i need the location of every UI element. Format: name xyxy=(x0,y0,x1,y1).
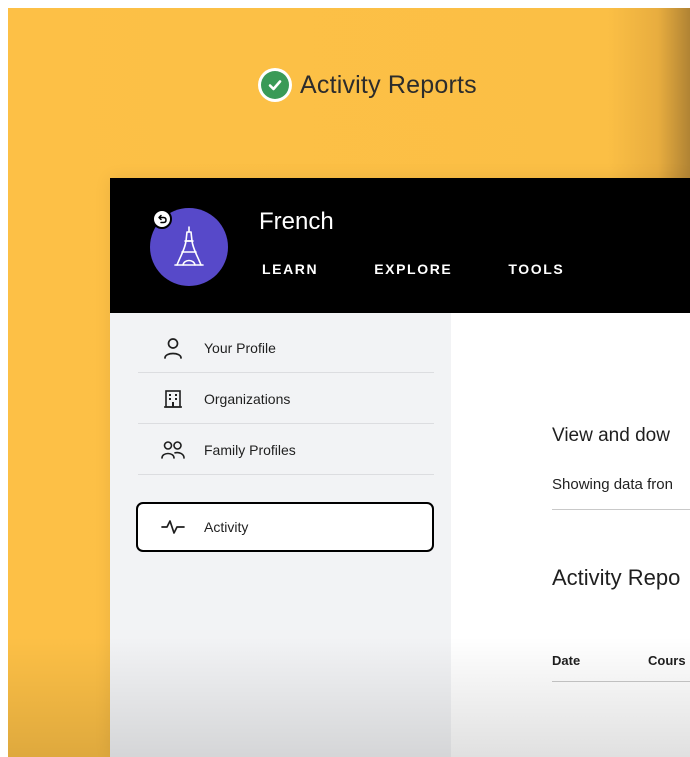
activity-pulse-icon xyxy=(158,514,188,540)
nav-learn[interactable]: LEARN xyxy=(262,261,318,277)
screenshot-frame: Activity Reports French LEARN EXPLORE TO… xyxy=(8,8,690,757)
sidebar-item-organizations[interactable]: Organizations xyxy=(138,374,434,424)
table-header-course[interactable]: Cours xyxy=(648,653,686,668)
family-icon xyxy=(158,437,188,463)
check-circle-icon xyxy=(258,68,292,102)
main-nav: LEARN EXPLORE TOOLS xyxy=(262,261,564,277)
table-header-divider xyxy=(552,681,690,682)
building-icon xyxy=(158,386,188,412)
sidebar-item-label: Your Profile xyxy=(204,339,276,356)
sidebar-item-your-profile[interactable]: Your Profile xyxy=(138,323,434,373)
sidebar-item-label: Family Profiles xyxy=(204,441,296,458)
sidebar-item-label: Activity xyxy=(204,519,249,535)
eiffel-tower-icon xyxy=(174,226,204,266)
divider xyxy=(552,509,690,510)
page: Activity Reports French LEARN EXPLORE TO… xyxy=(0,0,690,757)
main-content: View and dow Showing data fron Activity … xyxy=(451,313,690,757)
settings-sidebar: Your Profile Organizations Family Profil… xyxy=(110,313,451,757)
sidebar-item-family-profiles[interactable]: Family Profiles xyxy=(138,425,434,475)
banner: Activity Reports xyxy=(258,68,477,102)
nav-explore[interactable]: EXPLORE xyxy=(374,261,452,277)
showing-data-text: Showing data fron xyxy=(552,476,673,493)
activity-reports-title: Activity Repo xyxy=(552,565,681,590)
banner-title: Activity Reports xyxy=(300,70,477,99)
sidebar-item-activity[interactable]: Activity xyxy=(136,502,434,552)
course-name: French xyxy=(259,208,334,235)
course-header: French LEARN EXPLORE TOOLS xyxy=(110,178,690,313)
app-window: French LEARN EXPLORE TOOLS Your Profile xyxy=(110,178,690,757)
table-header-date[interactable]: Date xyxy=(552,653,580,668)
person-icon xyxy=(158,335,188,361)
main-heading: View and dow xyxy=(552,425,670,446)
sidebar-item-label: Organizations xyxy=(204,390,291,407)
undo-icon[interactable] xyxy=(152,209,172,229)
nav-tools[interactable]: TOOLS xyxy=(508,261,564,277)
